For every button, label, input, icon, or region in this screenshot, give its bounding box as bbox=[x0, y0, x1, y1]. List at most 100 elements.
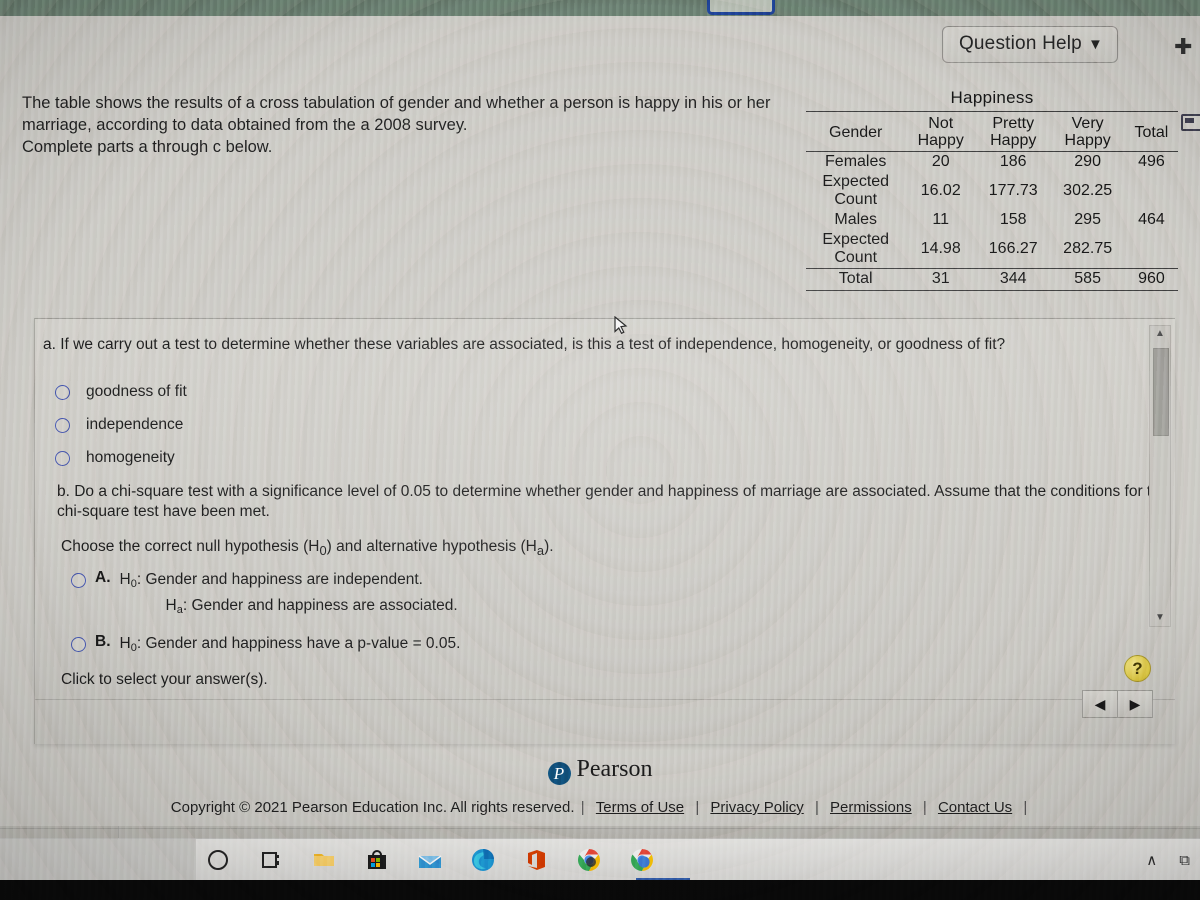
choice-goodness-of-fit[interactable]: goodness of fit bbox=[55, 383, 187, 401]
file-explorer-icon[interactable] bbox=[311, 847, 337, 873]
link-contact-us[interactable]: Contact Us bbox=[938, 799, 1012, 816]
part-b-options: A. H0: Gender and happiness are independ… bbox=[71, 569, 460, 667]
cell: 960 bbox=[1138, 270, 1165, 287]
header-very-happy: Very Happy bbox=[1064, 115, 1111, 149]
next-question-button[interactable]: ▶ bbox=[1118, 690, 1153, 718]
table-row: Expected Count 14.98 166.27 282.75 bbox=[806, 230, 1178, 269]
chevron-down-icon: ▼ bbox=[1087, 36, 1103, 53]
cell: 158 bbox=[999, 211, 1027, 228]
table-bottom-rule bbox=[806, 290, 1178, 291]
radio-icon[interactable] bbox=[55, 384, 70, 400]
row-label: Total bbox=[838, 270, 873, 287]
footer-separator: | bbox=[695, 799, 700, 816]
tray-device-icon[interactable]: ⧉ bbox=[1179, 852, 1190, 869]
cell: 11 bbox=[932, 211, 950, 228]
cell: 177.73 bbox=[988, 182, 1038, 199]
card-footer-divider bbox=[35, 699, 1175, 700]
link-permissions[interactable]: Permissions bbox=[830, 799, 912, 816]
cell: 344 bbox=[999, 270, 1027, 287]
cell: 282.75 bbox=[1063, 240, 1113, 257]
cell: 14.98 bbox=[920, 240, 961, 257]
problem-statement-line-2: marriage, according to data obtained fro… bbox=[22, 116, 468, 134]
option-a-h0-post: : Gender and happiness are independent. bbox=[136, 571, 423, 588]
pearson-question-page: Question Help ▼ ✚ The table shows the res… bbox=[0, 16, 1200, 826]
choice-independence[interactable]: independence bbox=[55, 416, 187, 434]
radio-icon[interactable] bbox=[55, 450, 70, 466]
footer-separator: | bbox=[580, 799, 585, 816]
microsoft-store-icon[interactable] bbox=[364, 847, 390, 873]
option-b-h0-post: : Gender and happiness have a p-value = … bbox=[136, 635, 461, 652]
footer-copyright-bar: Copyright © 2021 Pearson Education Inc. … bbox=[0, 799, 1200, 816]
table-row: Males 11 158 295 464 bbox=[806, 210, 1178, 230]
choice-homogeneity[interactable]: homogeneity bbox=[55, 449, 187, 467]
scroll-down-arrow-icon[interactable]: ▼ bbox=[1150, 610, 1170, 626]
hypothesis-instruction-mid: ) and alternative hypothesis (H bbox=[326, 538, 537, 555]
cell: 496 bbox=[1138, 153, 1165, 170]
mouse-cursor-icon bbox=[614, 315, 628, 336]
header-gender: Gender bbox=[829, 123, 883, 141]
problem-statement-line-1: The table shows the results of a cross t… bbox=[22, 94, 771, 112]
radio-icon[interactable] bbox=[55, 417, 70, 433]
edge-icon[interactable] bbox=[470, 847, 496, 873]
scrollbar-thumb[interactable] bbox=[1153, 348, 1169, 436]
chrome-icon-2[interactable] bbox=[629, 847, 655, 873]
scroll-up-arrow-icon[interactable]: ▲ bbox=[1150, 326, 1170, 342]
sub-null: 0 bbox=[319, 543, 327, 559]
cell: 302.25 bbox=[1063, 182, 1113, 199]
cell: 464 bbox=[1138, 211, 1165, 228]
table-top-rule bbox=[806, 111, 1178, 112]
link-privacy-policy[interactable]: Privacy Policy bbox=[710, 799, 803, 816]
top-green-band bbox=[0, 0, 1200, 16]
option-b[interactable]: B. H0: Gender and happiness have a p-val… bbox=[71, 633, 460, 659]
link-terms-of-use[interactable]: Terms of Use bbox=[596, 799, 684, 816]
hypothesis-instruction-pre: Choose the correct null hypothesis (H bbox=[61, 538, 320, 555]
option-a-h0-pre: H bbox=[119, 571, 131, 588]
problem-statement-line-3: Complete parts a through c below. bbox=[22, 138, 273, 156]
contingency-table: Gender Not Happy Pretty Happy Very Happy… bbox=[806, 114, 1178, 289]
cortana-icon[interactable] bbox=[205, 847, 231, 873]
option-a-ha-pre: H bbox=[165, 597, 177, 614]
copyright-text: Copyright © 2021 Pearson Education Inc. … bbox=[170, 799, 575, 816]
hypothesis-instruction-post: ). bbox=[544, 538, 554, 555]
popout-window-icon[interactable] bbox=[1181, 114, 1200, 131]
part-a-choices: goodness of fit independence homogeneity bbox=[55, 383, 187, 482]
part-b-prompt-line-1: b. Do a chi-square test with a significa… bbox=[57, 483, 1169, 500]
footer-separator: | bbox=[1023, 799, 1028, 816]
browser-tab-fragment bbox=[707, 0, 775, 15]
cell: 20 bbox=[931, 153, 950, 170]
row-label: Males bbox=[834, 211, 878, 228]
table-header-row: Gender Not Happy Pretty Happy Very Happy… bbox=[806, 114, 1178, 152]
cell: 585 bbox=[1074, 270, 1101, 287]
taskbar-icons bbox=[205, 839, 655, 881]
header-not-happy: Not Happy bbox=[917, 115, 964, 149]
office-icon[interactable] bbox=[523, 847, 549, 873]
cell: 186 bbox=[999, 153, 1027, 170]
cell: 290 bbox=[1074, 153, 1101, 170]
cell: 16.02 bbox=[920, 182, 961, 199]
question-help-button[interactable]: Question Help ▼ bbox=[941, 26, 1118, 63]
table-row: Females 20 186 290 496 bbox=[806, 152, 1178, 173]
show-hidden-icons-chevron-icon[interactable]: ∧ bbox=[1146, 851, 1157, 869]
option-a[interactable]: A. H0: Gender and happiness are independ… bbox=[71, 569, 460, 621]
row-label: Expected Count bbox=[822, 173, 890, 208]
option-a-ha-post: : Gender and happiness are associated. bbox=[182, 597, 458, 614]
taskbar-left-region bbox=[0, 839, 196, 881]
cell: 31 bbox=[931, 270, 950, 287]
radio-icon[interactable] bbox=[71, 573, 86, 588]
mail-icon[interactable] bbox=[417, 847, 443, 873]
click-to-select-hint: Click to select your answer(s). bbox=[61, 671, 268, 688]
content-scrollbar[interactable]: ▲ ▼ bbox=[1149, 325, 1171, 627]
chrome-icon[interactable] bbox=[576, 847, 602, 873]
choice-label: independence bbox=[86, 416, 184, 433]
toolbar-edge-icon[interactable]: ✚ bbox=[1174, 34, 1192, 60]
help-badge-icon[interactable]: ? bbox=[1124, 655, 1151, 682]
radio-icon[interactable] bbox=[71, 637, 86, 652]
cell: 166.27 bbox=[988, 240, 1038, 257]
footer-separator: | bbox=[814, 799, 819, 816]
table-row: Expected Count 16.02 177.73 302.25 bbox=[806, 172, 1178, 210]
row-label: Expected Count bbox=[822, 231, 890, 266]
previous-question-button[interactable]: ◀ bbox=[1082, 690, 1118, 718]
photographed-screen: Question Help ▼ ✚ The table shows the res… bbox=[0, 0, 1200, 900]
task-view-icon[interactable] bbox=[258, 847, 284, 873]
system-tray: ∧ ⧉ bbox=[1146, 839, 1190, 881]
